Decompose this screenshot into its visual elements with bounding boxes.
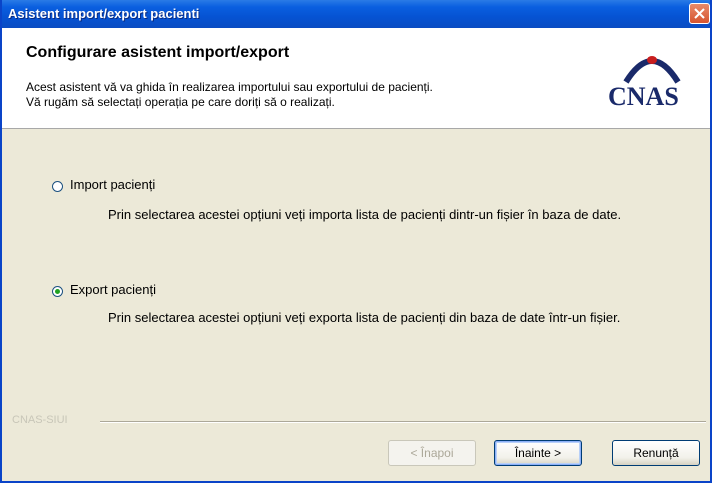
export-option-label[interactable]: Export pacienți — [70, 282, 156, 297]
header-description-line1: Acest asistent vă va ghida în realizarea… — [26, 80, 433, 94]
header-description-line2: Vă rugăm să selectați operația pe care d… — [26, 95, 335, 109]
title-bar[interactable]: Asistent import/export pacienti — [2, 0, 710, 28]
wizard-header: Configurare asistent import/export Acest… — [2, 28, 710, 129]
next-button[interactable]: Înainte > — [494, 440, 582, 466]
import-radio[interactable] — [52, 181, 63, 192]
window-title: Asistent import/export pacienti — [8, 6, 200, 21]
import-option-description: Prin selectarea acestei opțiuni veți imp… — [108, 207, 622, 222]
footer-divider — [100, 421, 706, 423]
logo-text: CNAS — [608, 82, 679, 111]
cnas-logo: CNAS — [604, 46, 700, 111]
cancel-button[interactable]: Renunță — [612, 440, 700, 466]
import-option-label[interactable]: Import pacienți — [70, 177, 155, 192]
close-button[interactable] — [689, 3, 710, 24]
close-icon — [694, 8, 705, 19]
page-title: Configurare asistent import/export — [26, 44, 290, 61]
header-description: Acest asistent vă va ghida în realizarea… — [26, 80, 586, 110]
footer-brand-label: CNAS-SIUI — [12, 414, 68, 426]
wizard-window: Asistent import/export pacienti Configur… — [0, 0, 712, 483]
radio-selected-dot — [55, 289, 60, 294]
export-option-description: Prin selectarea acestei opțiuni veți exp… — [108, 310, 621, 325]
back-button[interactable]: < Înapoi — [388, 440, 476, 466]
export-radio[interactable] — [52, 286, 63, 297]
logo-emblem-icon — [623, 56, 681, 84]
